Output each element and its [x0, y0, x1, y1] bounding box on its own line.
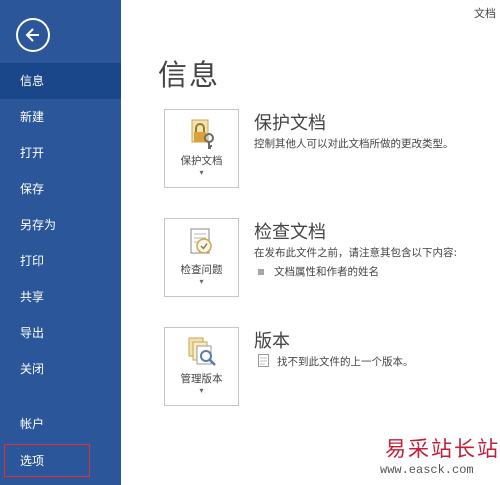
- sidebar-item-new[interactable]: 新建: [0, 99, 121, 135]
- options-highlight-box: [4, 444, 90, 477]
- inspect-bullet-item: 文档属性和作者的姓名: [258, 264, 379, 279]
- check-for-issues-button[interactable]: 检查问题 ▾: [164, 218, 239, 297]
- sidebar-item-info[interactable]: 信息: [0, 63, 121, 99]
- inspect-doc-icon: [186, 227, 218, 259]
- bullet-text: 文档属性和作者的姓名: [274, 266, 379, 278]
- window-title-fragment: 文档: [474, 7, 496, 20]
- tile-label: 检查问题: [180, 264, 223, 276]
- sidebar-item-close[interactable]: 关闭: [0, 351, 121, 387]
- watermark-text: 易采站长站: [385, 437, 500, 461]
- versions-info-row: 找不到此文件的上一个版本。: [258, 354, 414, 370]
- chevron-down-icon: ▾: [199, 386, 204, 395]
- section-title-versions: 版本: [254, 331, 290, 352]
- sidebar-item-save[interactable]: 保存: [0, 171, 121, 207]
- section-desc-protect: 控制其他人可以对此文档所做的更改类型。: [254, 138, 454, 150]
- sidebar-item-account[interactable]: 帐户: [0, 406, 121, 442]
- sidebar-item-print[interactable]: 打印: [0, 243, 121, 279]
- bullet-icon: [258, 269, 264, 275]
- tile-label: 保护文档: [180, 155, 223, 167]
- sidebar-item-export[interactable]: 导出: [0, 315, 121, 351]
- sidebar-item-open[interactable]: 打开: [0, 135, 121, 171]
- lock-key-icon: [186, 118, 218, 150]
- section-title-inspect: 检查文档: [254, 222, 326, 243]
- section-title-protect: 保护文档: [254, 113, 326, 134]
- manage-versions-button[interactable]: 管理版本 ▾: [164, 327, 239, 406]
- backstage-sidebar: 信息 新建 打开 保存 另存为 打印 共享 导出 关闭 帐户 选项: [0, 0, 121, 485]
- versions-desc: 找不到此文件的上一个版本。: [277, 356, 414, 368]
- page-title: 信息: [158, 58, 221, 92]
- document-icon: [258, 354, 269, 370]
- site-watermark: 易采站长站 www.easck.com: [355, 425, 500, 485]
- watermark-url: www.easck.com: [380, 463, 474, 477]
- protect-document-button[interactable]: 保护文档 ▾: [164, 109, 239, 188]
- tile-label: 管理版本: [180, 373, 223, 385]
- chevron-down-icon: ▾: [199, 277, 204, 286]
- sidebar-item-share[interactable]: 共享: [0, 279, 121, 315]
- manage-versions-icon: [186, 336, 218, 368]
- chevron-down-icon: ▾: [199, 168, 204, 177]
- section-desc-inspect: 在发布此文件之前，请注意其包含以下内容:: [254, 247, 458, 259]
- sidebar-item-save-as[interactable]: 另存为: [0, 207, 121, 243]
- back-arrow-icon[interactable]: [16, 18, 50, 52]
